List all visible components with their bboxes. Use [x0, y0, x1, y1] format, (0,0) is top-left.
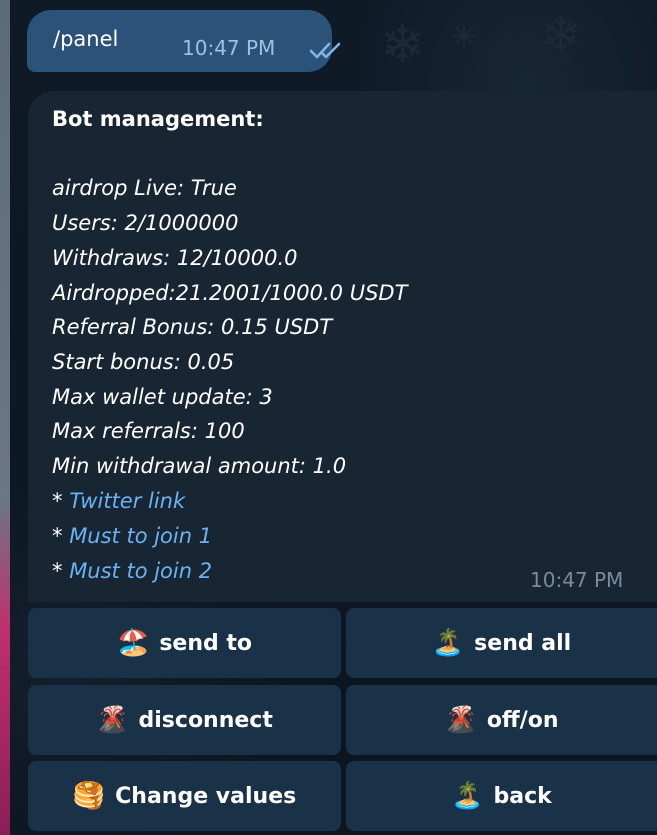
stat-line: Start bonus: 0.05	[52, 350, 235, 374]
stat-line: Withdraws: 12/10000.0	[52, 246, 298, 270]
button-label: send all	[474, 630, 572, 656]
link-line: * Must to join 2	[52, 559, 212, 583]
stat-line: Max referrals: 100	[52, 419, 245, 443]
incoming-message-time: 10:47 PM	[530, 568, 624, 592]
change-values-button[interactable]: 🥞 Change values	[28, 761, 341, 831]
off-on-button[interactable]: 🌋 off/on	[346, 685, 657, 755]
pancakes-icon: 🥞	[72, 781, 106, 811]
disconnect-button[interactable]: 🌋 disconnect	[28, 685, 341, 755]
stat-line: Users: 2/1000000	[52, 211, 239, 235]
must-join-1-link[interactable]: Must to join 1	[69, 524, 212, 548]
send-to-button[interactable]: 🏖️ send to	[28, 608, 341, 678]
link-line: * Twitter link	[52, 489, 185, 513]
send-all-button[interactable]: 🏝️ send all	[346, 608, 657, 678]
button-label: back	[493, 783, 552, 809]
incoming-message-bubble[interactable]: Bot management: airdrop Live: True Users…	[28, 91, 657, 602]
snowflake-doodle-icon: ❄	[540, 6, 582, 64]
twitter-link[interactable]: Twitter link	[69, 489, 185, 513]
window-edge	[0, 0, 10, 835]
beach-umbrella-icon: 🏖️	[116, 628, 150, 658]
stat-line: Airdropped:21.2001/1000.0 USDT	[52, 281, 408, 305]
desert-island-icon: 🏝️	[431, 628, 465, 658]
outgoing-message-bubble[interactable]: /panel 10:47 PM	[27, 10, 341, 72]
snowflake-doodle-icon: ❄	[380, 13, 426, 76]
desert-island-icon: 🏝️	[451, 781, 484, 811]
stat-line: airdrop Live: True	[52, 176, 237, 200]
link-line: * Must to join 1	[52, 524, 212, 548]
volcano-icon: 🌋	[96, 705, 129, 735]
must-join-2-link[interactable]: Must to join 2	[69, 559, 212, 583]
outgoing-message-text: /panel	[53, 27, 119, 51]
button-label: send to	[159, 630, 253, 656]
bullet: *	[52, 489, 70, 513]
stat-line: Referral Bonus: 0.15 USDT	[52, 315, 333, 339]
volcano-icon: 🌋	[444, 705, 477, 735]
bullet: *	[52, 559, 70, 583]
button-label: disconnect	[138, 707, 273, 733]
star-doodle-icon: ✳	[450, 17, 479, 57]
button-label: Change values	[115, 783, 297, 809]
double-check-icon	[309, 42, 341, 59]
button-label: off/on	[486, 707, 559, 733]
message-title: Bot management:	[52, 107, 264, 131]
back-button[interactable]: 🏝️ back	[346, 761, 657, 831]
bullet: *	[52, 524, 70, 548]
stat-line: Max wallet update: 3	[52, 385, 273, 409]
outgoing-message-time: 10:47 PM	[182, 36, 276, 60]
stat-line: Min withdrawal amount: 1.0	[52, 454, 347, 478]
